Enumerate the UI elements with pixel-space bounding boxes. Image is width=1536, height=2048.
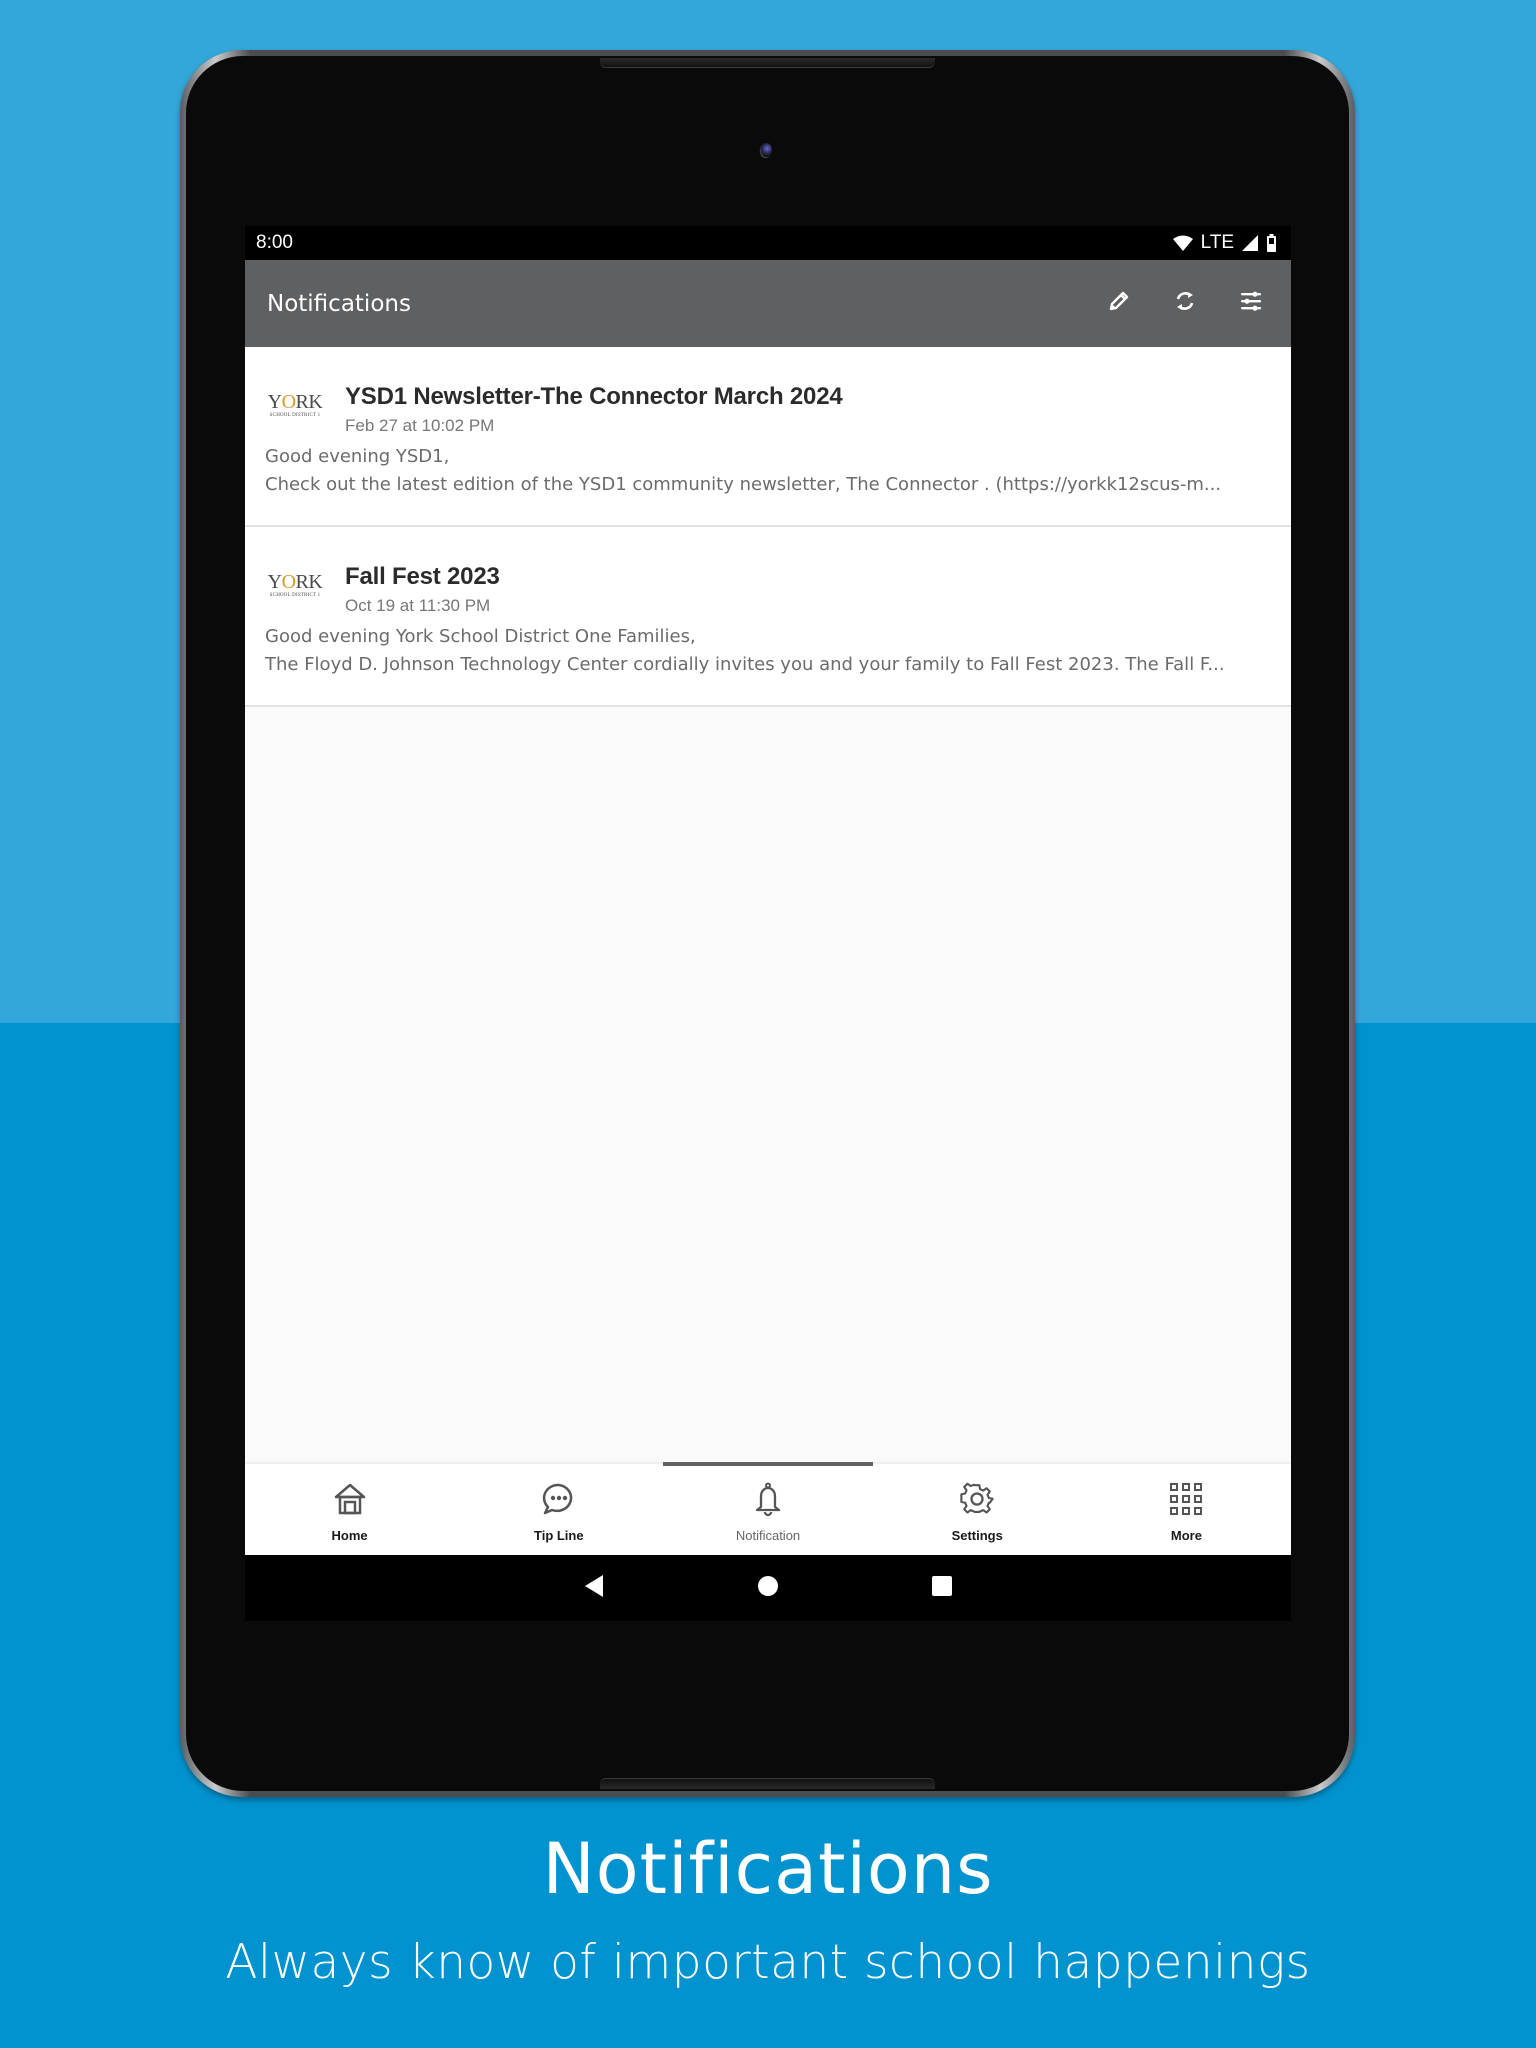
system-nav-bar bbox=[245, 1555, 1291, 1621]
notification-item[interactable]: YORK SCHOOL DISTRICT 1 YSD1 Newsletter-T… bbox=[245, 347, 1291, 527]
nav-item-notification[interactable]: Notification bbox=[663, 1462, 873, 1555]
pencil-icon bbox=[1107, 289, 1131, 318]
notification-title: YSD1 Newsletter-The Connector March 2024 bbox=[345, 383, 843, 410]
notification-header: YORK SCHOOL DISTRICT 1 Fall Fest 2023 Oc… bbox=[265, 563, 1271, 616]
front-camera bbox=[761, 143, 772, 157]
speaker-grille-top bbox=[600, 58, 935, 68]
nav-item-settings[interactable]: Settings bbox=[873, 1464, 1082, 1555]
refresh-icon bbox=[1173, 289, 1197, 318]
app-bar-actions bbox=[1099, 284, 1271, 324]
notification-body-line-2: Check out the latest edition of the YSD1… bbox=[265, 474, 1222, 495]
home-circle-icon bbox=[757, 1575, 779, 1602]
recents-square-icon bbox=[931, 1575, 953, 1602]
notification-body-line-2: The Floyd D. Johnson Technology Center c… bbox=[265, 654, 1225, 675]
edit-button[interactable] bbox=[1099, 284, 1139, 324]
nav-label: More bbox=[1170, 1528, 1202, 1543]
grid-icon bbox=[1169, 1482, 1203, 1521]
battery-icon bbox=[1266, 234, 1277, 252]
app-bar: Notifications bbox=[245, 260, 1291, 347]
notification-date: Feb 27 at 10:02 PM bbox=[345, 416, 495, 435]
notification-body-line-1: Good evening YSD1, bbox=[265, 446, 450, 467]
empty-list-area bbox=[245, 707, 1291, 1462]
speaker-grille-bottom bbox=[600, 1778, 935, 1789]
page-title: Notifications bbox=[267, 290, 411, 317]
back-triangle-icon bbox=[583, 1574, 605, 1603]
nav-item-more[interactable]: More bbox=[1082, 1464, 1291, 1555]
caption-title: Notifications bbox=[542, 1828, 994, 1910]
refresh-button[interactable] bbox=[1165, 284, 1205, 324]
notification-title: Fall Fest 2023 bbox=[345, 563, 500, 590]
system-back-button[interactable] bbox=[507, 1555, 681, 1621]
sliders-icon bbox=[1239, 289, 1263, 318]
system-home-button[interactable] bbox=[681, 1555, 855, 1621]
cell-signal-icon bbox=[1242, 235, 1258, 251]
status-bar: 8:00 LTE bbox=[245, 226, 1291, 260]
nav-label: Tip Line bbox=[534, 1528, 584, 1543]
bell-icon bbox=[751, 1482, 785, 1521]
gear-icon bbox=[960, 1482, 994, 1521]
notification-meta: YSD1 Newsletter-The Connector March 2024… bbox=[345, 383, 843, 436]
status-icons: LTE bbox=[1172, 232, 1277, 254]
bottom-nav: Home Tip Line Notification Settings More bbox=[245, 1462, 1291, 1555]
notification-body-line-1: Good evening York School District One Fa… bbox=[265, 626, 696, 647]
york-school-district-logo: YORK SCHOOL DISTRICT 1 bbox=[267, 571, 323, 598]
nav-item-tip-line[interactable]: Tip Line bbox=[454, 1464, 663, 1555]
nav-label: Notification bbox=[735, 1528, 801, 1543]
system-recents-button[interactable] bbox=[855, 1555, 1029, 1621]
nav-label: Home bbox=[331, 1528, 368, 1543]
home-icon bbox=[333, 1482, 367, 1521]
chat-bubble-icon bbox=[542, 1482, 576, 1521]
notification-item[interactable]: YORK SCHOOL DISTRICT 1 Fall Fest 2023 Oc… bbox=[245, 527, 1291, 707]
nav-item-home[interactable]: Home bbox=[245, 1464, 454, 1555]
york-school-district-logo: YORK SCHOOL DISTRICT 1 bbox=[267, 391, 323, 418]
notification-list: YORK SCHOOL DISTRICT 1 YSD1 Newsletter-T… bbox=[245, 347, 1291, 707]
filter-button[interactable] bbox=[1231, 284, 1271, 324]
device-screen: 8:00 LTE Notifications YORK SCHOOL DISTR… bbox=[245, 226, 1291, 1621]
notification-meta: Fall Fest 2023 Oct 19 at 11:30 PM bbox=[345, 563, 500, 616]
notification-date: Oct 19 at 11:30 PM bbox=[345, 596, 491, 615]
network-type: LTE bbox=[1200, 232, 1234, 253]
wifi-icon bbox=[1172, 235, 1193, 251]
notification-header: YORK SCHOOL DISTRICT 1 YSD1 Newsletter-T… bbox=[265, 383, 1271, 436]
status-time: 8:00 bbox=[256, 232, 293, 253]
caption-subtitle: Always know of important school happenin… bbox=[225, 1935, 1311, 1990]
nav-label: Settings bbox=[951, 1528, 1003, 1543]
